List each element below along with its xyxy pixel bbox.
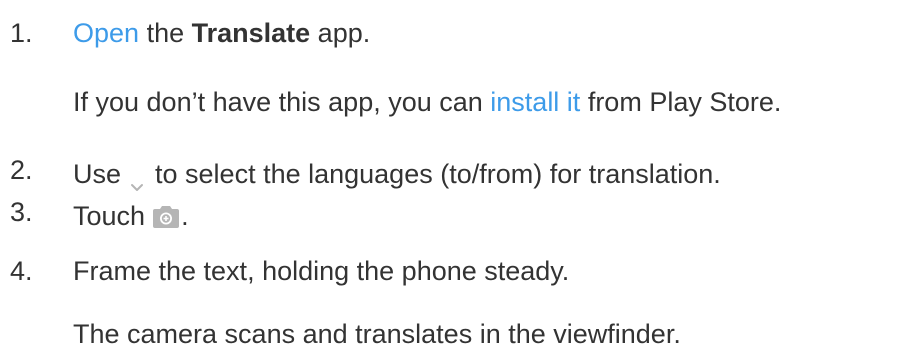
step-1-note-pre: If you don’t have this app, you can bbox=[73, 87, 491, 117]
camera-icon bbox=[151, 204, 181, 230]
install-it-link[interactable]: install it bbox=[490, 87, 580, 117]
step-number: 2. bbox=[10, 155, 33, 185]
step-3-pre: Touch bbox=[73, 201, 146, 231]
step-2-text: Use to select the languages (to/from) for… bbox=[73, 158, 721, 191]
instruction-steps: 1. Open the Translate app. If you don’t … bbox=[0, 0, 912, 356]
step-1-end: app. bbox=[310, 18, 371, 48]
step-3-text: Touch. bbox=[73, 200, 189, 232]
step-number: 4. bbox=[10, 256, 33, 286]
step-3-post: . bbox=[181, 201, 189, 231]
step-2-post: to select the languages (to/from) for tr… bbox=[155, 159, 721, 189]
chevron-down-icon bbox=[127, 169, 147, 191]
step-4-text: Frame the text, holding the phone steady… bbox=[73, 256, 570, 286]
step-1-note: If you don’t have this app, you can inst… bbox=[73, 86, 781, 118]
open-link[interactable]: Open bbox=[73, 18, 139, 48]
translate-app-name: Translate bbox=[191, 18, 311, 48]
step-number: 1. bbox=[10, 18, 33, 48]
step-1-text: Open the Translate app. bbox=[73, 17, 370, 49]
step-1-note-post: from Play Store. bbox=[580, 87, 782, 117]
step-1-mid: the bbox=[139, 18, 192, 48]
step-4-note: The camera scans and translates in the v… bbox=[73, 319, 681, 349]
step-number: 3. bbox=[10, 197, 33, 227]
step-2-pre: Use bbox=[73, 159, 122, 189]
